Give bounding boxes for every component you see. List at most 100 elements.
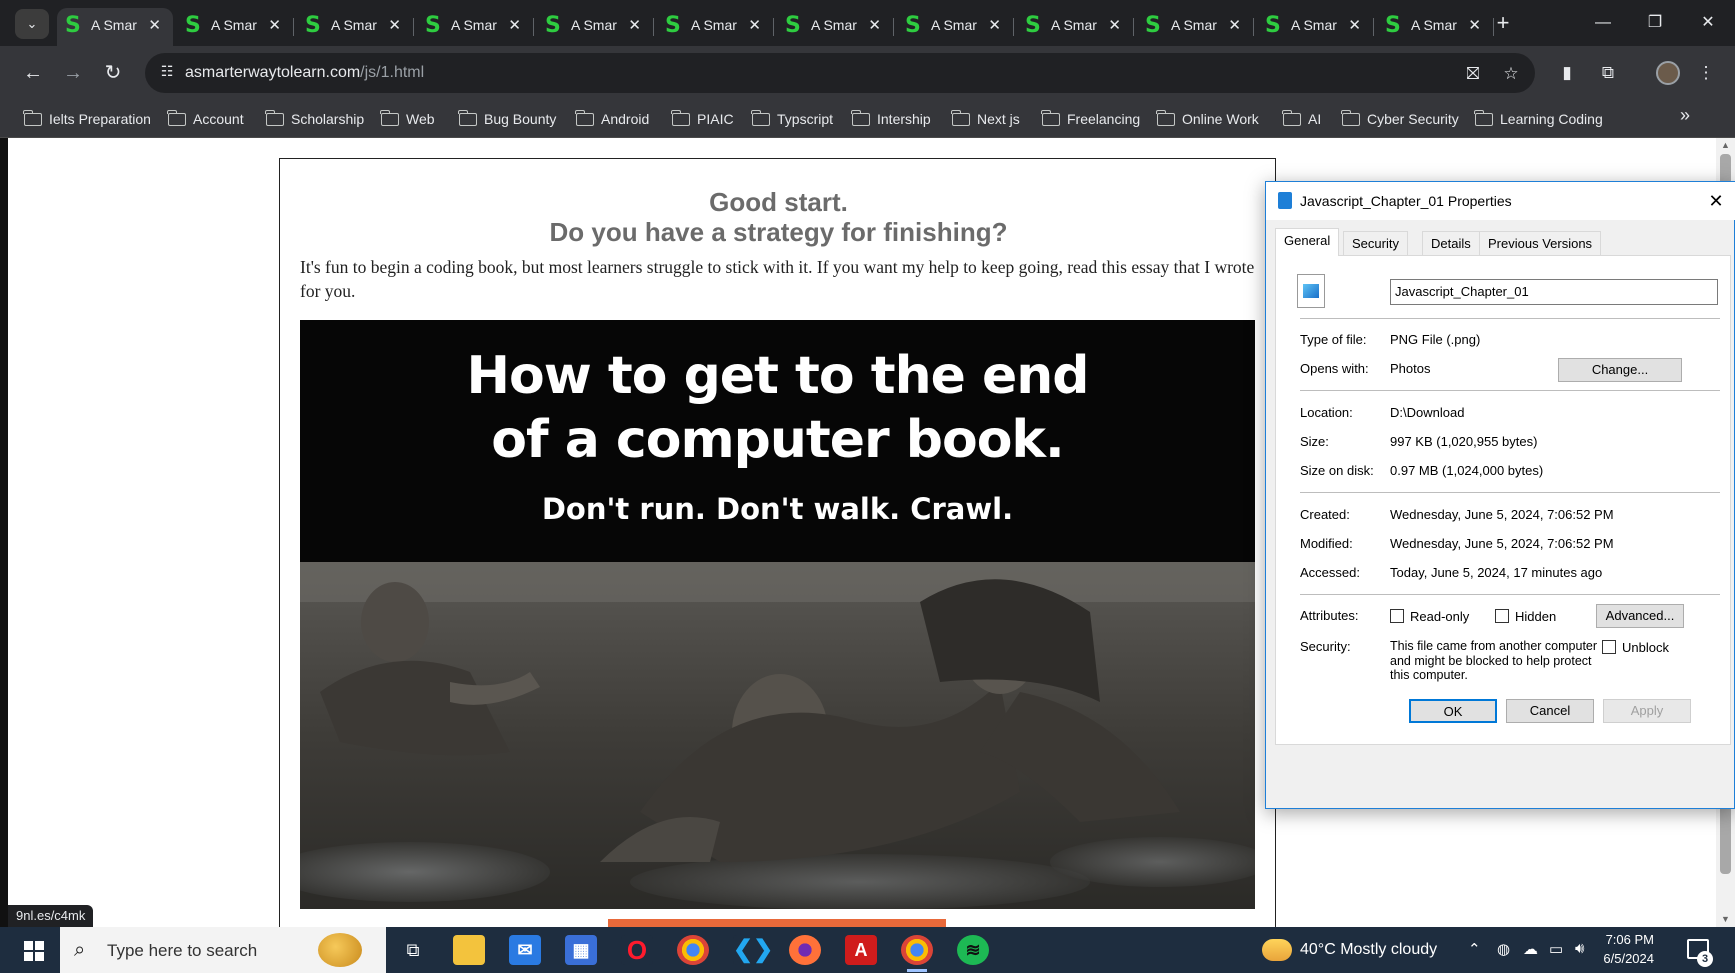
ok-button[interactable]: OK xyxy=(1409,699,1497,723)
clock-time[interactable]: 7:06 PM xyxy=(1600,932,1654,947)
readonly-checkbox[interactable] xyxy=(1390,609,1404,623)
unblock-checkbox[interactable] xyxy=(1602,640,1616,654)
acrobat-icon[interactable]: A xyxy=(845,935,877,965)
microsoft-store-icon[interactable]: ▦ xyxy=(565,935,597,965)
search-highlight-icon[interactable] xyxy=(318,933,362,967)
browser-tab[interactable]: S A Smar ✕ xyxy=(1137,8,1254,46)
firefox-icon[interactable] xyxy=(789,935,821,965)
close-tab-icon[interactable]: ✕ xyxy=(628,16,641,34)
tab-details[interactable]: Details xyxy=(1422,231,1480,255)
bookmark-folder[interactable]: Account xyxy=(167,106,244,132)
mail-icon[interactable]: ✉ xyxy=(509,935,541,965)
unblock-label[interactable]: Unblock xyxy=(1622,640,1669,655)
bookmark-folder[interactable]: Bug Bounty xyxy=(458,106,556,132)
task-view-icon[interactable]: ⧉ xyxy=(397,935,429,965)
reload-button[interactable]: ↻ xyxy=(98,58,128,88)
chrome-icon[interactable] xyxy=(677,935,709,965)
hero-banner-image[interactable]: How to get to the end of a computer book… xyxy=(300,320,1255,909)
network-icon[interactable]: ◍ xyxy=(1497,940,1510,958)
bookmark-folder[interactable]: Ielts Preparation xyxy=(23,106,151,132)
tab-security[interactable]: Security xyxy=(1343,231,1408,255)
spotify-icon[interactable]: ≋ xyxy=(957,935,989,965)
close-tab-icon[interactable]: ✕ xyxy=(1108,16,1121,34)
close-window-button[interactable]: ✕ xyxy=(1690,10,1726,36)
advanced-button[interactable]: Advanced... xyxy=(1596,604,1684,628)
bookmark-folder[interactable]: Learning Coding xyxy=(1474,106,1603,132)
site-info-icon[interactable]: ☷ xyxy=(157,63,177,83)
browser-tab[interactable]: S A Smar ✕ xyxy=(537,8,654,46)
extension-icon[interactable]: ▮ xyxy=(1553,59,1581,87)
browser-tab[interactable]: S A Smar ✕ xyxy=(417,8,534,46)
back-button[interactable]: ← xyxy=(18,58,48,88)
chrome-active-icon[interactable] xyxy=(901,935,933,972)
clock-date[interactable]: 6/5/2024 xyxy=(1596,951,1654,966)
filename-field[interactable]: Javascript_Chapter_01 xyxy=(1390,279,1718,305)
menu-icon[interactable]: ⋮ xyxy=(1692,59,1720,87)
weather-icon[interactable] xyxy=(1262,939,1292,961)
cancel-button[interactable]: Cancel xyxy=(1506,699,1594,723)
browser-tab[interactable]: S A Smar ✕ xyxy=(1257,8,1374,46)
dialog-close-icon[interactable]: ✕ xyxy=(1696,182,1735,220)
hidden-checkbox[interactable] xyxy=(1495,609,1509,623)
bookmark-folder[interactable]: Next js xyxy=(951,106,1020,132)
bookmark-folder[interactable]: Android xyxy=(575,106,649,132)
onedrive-icon[interactable]: ☁ xyxy=(1523,940,1538,958)
start-windows-icon[interactable] xyxy=(24,941,44,961)
cta-banner-edge[interactable] xyxy=(608,919,946,927)
bookmark-star-icon[interactable]: ☆ xyxy=(1499,62,1523,86)
opera-icon[interactable]: O xyxy=(621,935,653,965)
tab-search-button[interactable]: ⌄ xyxy=(15,9,49,39)
close-tab-icon[interactable]: ✕ xyxy=(388,16,401,34)
vscode-icon[interactable]: ❮❯ xyxy=(733,935,773,965)
file-explorer-icon[interactable] xyxy=(453,935,485,965)
taskbar-search-box[interactable]: ⌕ Type here to search xyxy=(60,927,386,973)
tray-chevron-icon[interactable]: ⌃ xyxy=(1468,940,1481,958)
url-text[interactable]: asmarterwaytolearn.com/js/1.html xyxy=(185,64,424,82)
browser-tab[interactable]: S A Smar ✕ xyxy=(1017,8,1134,46)
close-tab-icon[interactable]: ✕ xyxy=(148,16,161,34)
address-bar[interactable]: ☷ asmarterwaytolearn.com/js/1.html ⛝ ☆ xyxy=(145,53,1535,93)
weather-text[interactable]: 40°C Mostly cloudy xyxy=(1300,941,1437,959)
bookmark-folder[interactable]: Intership xyxy=(851,106,931,132)
cast-off-icon[interactable]: ⛝ xyxy=(1461,62,1485,86)
bookmark-folder[interactable]: AI xyxy=(1282,106,1321,132)
new-tab-button[interactable]: + xyxy=(1492,10,1514,36)
close-tab-icon[interactable]: ✕ xyxy=(1228,16,1241,34)
bookmarks-overflow-icon[interactable]: » xyxy=(1680,105,1690,126)
browser-tab[interactable]: S A Smar ✕ xyxy=(297,8,414,46)
close-tab-icon[interactable]: ✕ xyxy=(1348,16,1361,34)
battery-icon[interactable]: ▭ xyxy=(1549,940,1563,958)
browser-tab[interactable]: S A Smar ✕ xyxy=(897,8,1014,46)
readonly-label[interactable]: Read-only xyxy=(1410,609,1469,624)
tab-previous-versions[interactable]: Previous Versions xyxy=(1479,231,1602,255)
apply-button[interactable]: Apply xyxy=(1603,699,1691,723)
browser-tab[interactable]: S A Smar ✕ xyxy=(57,8,173,46)
minimize-button[interactable]: — xyxy=(1585,10,1621,36)
close-tab-icon[interactable]: ✕ xyxy=(868,16,881,34)
bookmark-folder[interactable]: Cyber Security xyxy=(1341,106,1459,132)
close-tab-icon[interactable]: ✕ xyxy=(1468,16,1481,34)
browser-tab[interactable]: S A Smar ✕ xyxy=(777,8,894,46)
close-tab-icon[interactable]: ✕ xyxy=(268,16,281,34)
close-tab-icon[interactable]: ✕ xyxy=(748,16,761,34)
bookmark-folder[interactable]: PIAIC xyxy=(671,106,734,132)
change-button[interactable]: Change... xyxy=(1558,358,1682,382)
bookmark-folder[interactable]: Online Work xyxy=(1156,106,1259,132)
close-tab-icon[interactable]: ✕ xyxy=(508,16,521,34)
bookmark-folder[interactable]: Typscript xyxy=(751,106,833,132)
tab-general[interactable]: General xyxy=(1275,228,1340,256)
restore-button[interactable]: ❐ xyxy=(1637,10,1673,36)
browser-tab[interactable]: S A Smar ✕ xyxy=(1377,8,1494,46)
forward-button[interactable]: → xyxy=(58,58,88,88)
bookmark-folder[interactable]: Scholarship xyxy=(265,106,364,132)
scroll-up-icon[interactable]: ▲ xyxy=(1720,140,1731,150)
profile-avatar[interactable] xyxy=(1656,61,1680,85)
volume-icon[interactable]: 🔊︎ xyxy=(1575,940,1584,957)
browser-tab[interactable]: S A Smar ✕ xyxy=(657,8,774,46)
close-tab-icon[interactable]: ✕ xyxy=(988,16,1001,34)
scroll-down-icon[interactable]: ▼ xyxy=(1720,914,1731,924)
extensions-puzzle-icon[interactable]: ⧉ xyxy=(1594,59,1622,87)
browser-tab[interactable]: S A Smar ✕ xyxy=(177,8,294,46)
bookmark-folder[interactable]: Freelancing xyxy=(1041,106,1140,132)
bookmark-folder[interactable]: Web xyxy=(380,106,435,132)
